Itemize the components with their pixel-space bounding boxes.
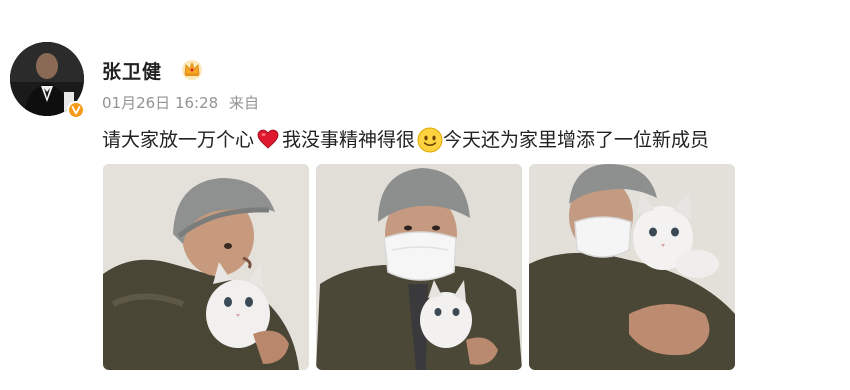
post-text-part3: 今天还为家里增添了一位新成员	[443, 129, 710, 151]
post-photo-2[interactable]	[316, 164, 522, 370]
post-text-part1: 请大家放一万个心	[102, 129, 255, 151]
post-timestamp[interactable]: 01月26日 16:28	[102, 94, 218, 112]
post-source: 来自	[228, 94, 259, 112]
verified-v-icon	[67, 101, 85, 119]
post-meta: 01月26日 16:28 来自	[102, 92, 265, 113]
post-text: 请大家放一万个心 我没事精神得很 今天还为家里增添了一位新成员	[102, 125, 709, 152]
crown-icon[interactable]	[180, 57, 204, 81]
post-text-part2: 我没事精神得很	[282, 129, 416, 151]
author-name[interactable]: 张卫健	[102, 57, 162, 84]
smile-emoji	[417, 127, 443, 152]
post-photo-1[interactable]	[103, 164, 309, 370]
heart-emoji	[256, 127, 280, 151]
post-photo-3[interactable]	[529, 164, 735, 370]
